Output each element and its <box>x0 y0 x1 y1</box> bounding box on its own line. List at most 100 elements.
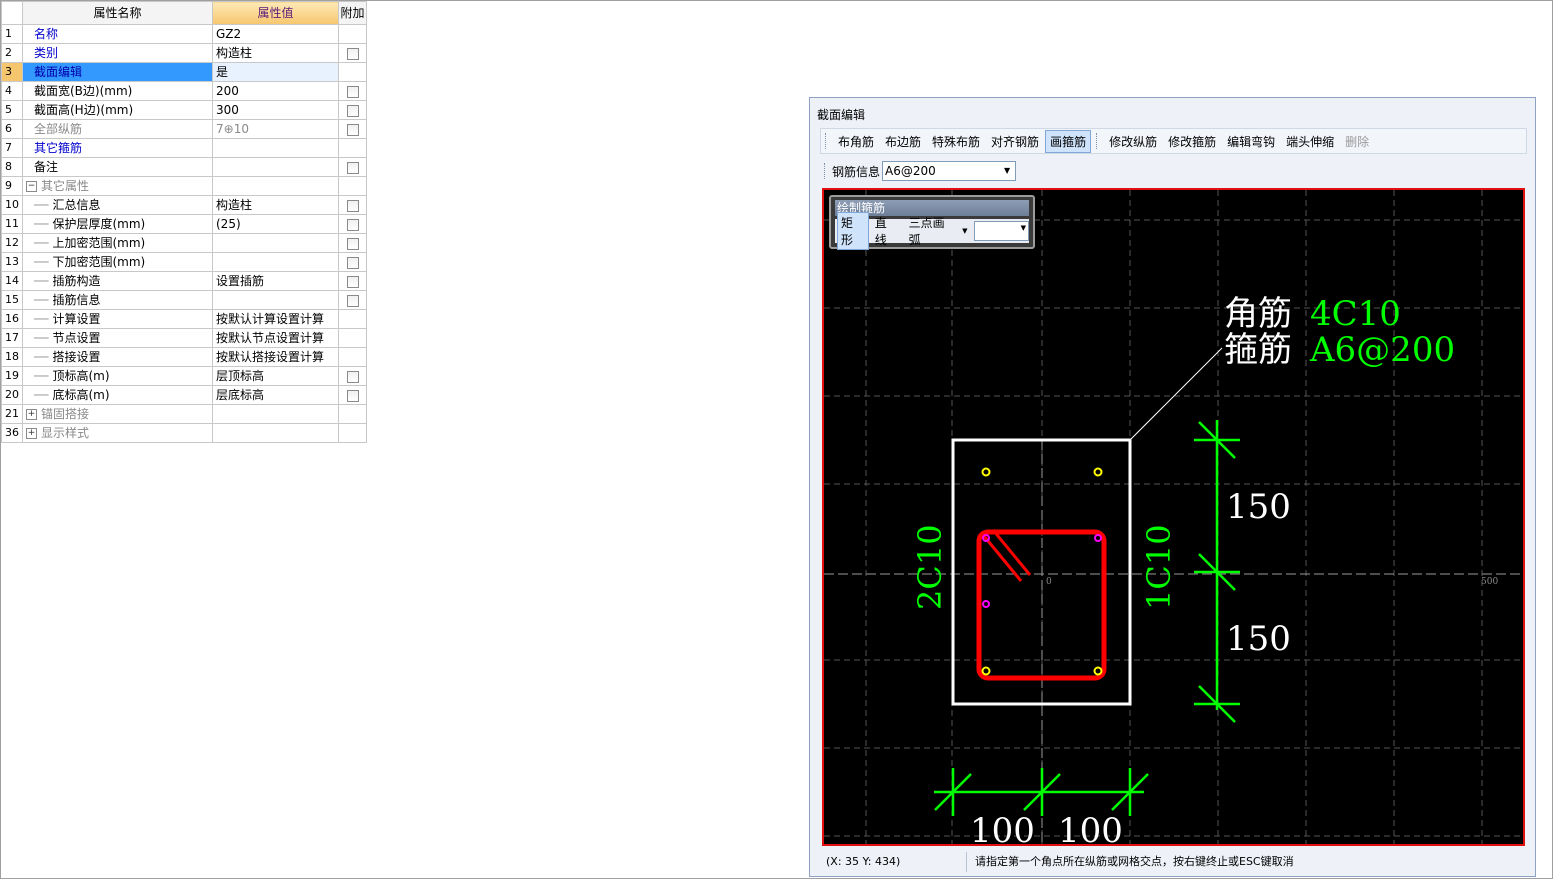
arc-dropdown-icon[interactable]: ▼ <box>962 227 967 235</box>
property-name[interactable]: 其它箍筋 <box>22 138 213 158</box>
extra-checkbox[interactable] <box>346 161 359 174</box>
property-value[interactable]: 7⊕10 <box>212 119 339 139</box>
property-name[interactable]: ── 插筋信息 <box>22 290 213 310</box>
table-row[interactable]: 10 ── 汇总信息 构造柱 <box>1 195 367 215</box>
toolbar-grip[interactable] <box>824 163 828 179</box>
property-value[interactable]: 构造柱 <box>212 43 339 63</box>
table-row-group[interactable]: 36 + 显示样式 <box>1 423 367 443</box>
extra-checkbox[interactable] <box>346 123 359 136</box>
property-value[interactable]: 300 <box>212 100 339 120</box>
extra-checkbox[interactable] <box>346 237 359 250</box>
section-drawing[interactable]: 0 500 角筋 4C10 箍筋 A6@200 2C10 1C10 150 15… <box>824 190 1523 844</box>
property-value[interactable]: GZ2 <box>212 24 339 44</box>
rebar-info-select[interactable]: A6@200 ▼ <box>882 161 1017 181</box>
table-row[interactable]: 13 ── 下加密范围(mm) <box>1 252 367 272</box>
property-name[interactable]: ── 下加密范围(mm) <box>22 252 213 272</box>
extra-checkbox[interactable] <box>346 199 359 212</box>
property-value[interactable] <box>212 252 339 272</box>
toolbar-grip[interactable] <box>825 133 829 149</box>
table-row[interactable]: 4 截面宽(B边)(mm) 200 <box>1 81 367 101</box>
property-value[interactable] <box>212 157 339 177</box>
property-value[interactable] <box>212 138 339 158</box>
table-row[interactable]: 1 名称 GZ2 <box>1 24 367 44</box>
extra-checkbox[interactable] <box>346 47 359 60</box>
line-mode-button[interactable]: 直线 <box>871 212 903 250</box>
column-header-extra[interactable]: 附加 <box>338 1 367 25</box>
property-name[interactable]: ── 汇总信息 <box>22 195 213 215</box>
property-name[interactable]: ── 节点设置 <box>22 328 213 348</box>
table-row[interactable]: 2 类别 构造柱 <box>1 43 367 63</box>
expand-icon[interactable]: + <box>26 409 37 420</box>
rebar-point[interactable] <box>1093 467 1103 477</box>
rebar-point[interactable] <box>1093 666 1103 676</box>
property-value[interactable]: 按默认计算设置计算 <box>212 309 339 329</box>
property-name[interactable]: + 锚固搭接 <box>22 404 213 424</box>
extra-checkbox[interactable] <box>346 389 359 402</box>
table-row[interactable]: 19 ── 顶标高(m) 层顶标高 <box>1 366 367 386</box>
table-row[interactable]: 6 全部纵筋 7⊕10 <box>1 119 367 139</box>
property-value[interactable] <box>212 290 339 310</box>
property-value[interactable]: 按默认节点设置计算 <box>212 328 339 348</box>
property-name[interactable]: 截面高(H边)(mm) <box>22 100 213 120</box>
property-name[interactable]: ── 搭接设置 <box>22 347 213 367</box>
draw-stirrup-panel[interactable]: 绘制箍筋 矩形 直线 三点画弧 ▼ ▼ <box>829 195 1035 250</box>
property-name[interactable]: 名称 <box>22 24 213 44</box>
align-rebar-button[interactable]: 对齐钢筋 <box>986 130 1044 153</box>
property-value[interactable]: 是 <box>212 62 339 82</box>
rebar-point[interactable] <box>981 467 991 477</box>
column-header-name[interactable]: 属性名称 <box>22 1 213 25</box>
extra-checkbox[interactable] <box>346 85 359 98</box>
table-row[interactable]: 17 ── 节点设置 按默认节点设置计算 <box>1 328 367 348</box>
property-value[interactable]: 层底标高 <box>212 385 339 405</box>
dropdown-arrow-icon[interactable]: ▼ <box>1021 224 1026 232</box>
column-header-value[interactable]: 属性值 <box>212 1 339 25</box>
rebar-point[interactable] <box>982 600 990 608</box>
stirrup-hook[interactable] <box>982 529 1032 582</box>
side-rebar-button[interactable]: 布边筋 <box>880 130 926 153</box>
property-value[interactable]: 按默认搭接设置计算 <box>212 347 339 367</box>
modify-stirrup-button[interactable]: 修改箍筋 <box>1163 130 1221 153</box>
property-name[interactable]: 截面宽(B边)(mm) <box>22 81 213 101</box>
rebar-point[interactable] <box>1094 534 1102 542</box>
table-row[interactable]: 20 ── 底标高(m) 层底标高 <box>1 385 367 405</box>
property-name[interactable]: 备注 <box>22 157 213 177</box>
property-name[interactable]: − 其它属性 <box>22 176 213 196</box>
property-value[interactable] <box>212 233 339 253</box>
collapse-icon[interactable]: − <box>26 181 37 192</box>
table-row[interactable]: 16 ── 计算设置 按默认计算设置计算 <box>1 309 367 329</box>
table-row[interactable]: 8 备注 <box>1 157 367 177</box>
table-row[interactable]: 12 ── 上加密范围(mm) <box>1 233 367 253</box>
property-name[interactable]: ── 顶标高(m) <box>22 366 213 386</box>
property-name[interactable]: ── 保护层厚度(mm) <box>22 214 213 234</box>
property-value[interactable]: 层顶标高 <box>212 366 339 386</box>
table-row[interactable]: 7 其它箍筋 <box>1 138 367 158</box>
table-row[interactable]: 14 ── 插筋构造 设置插筋 <box>1 271 367 291</box>
extra-checkbox[interactable] <box>346 218 359 231</box>
three-point-arc-button[interactable]: 三点画弧 <box>905 212 961 250</box>
table-row[interactable]: 5 截面高(H边)(mm) 300 <box>1 100 367 120</box>
property-name[interactable]: ── 插筋构造 <box>22 271 213 291</box>
extra-checkbox[interactable] <box>346 275 359 288</box>
property-name[interactable]: + 显示样式 <box>22 423 213 443</box>
property-value[interactable]: 200 <box>212 81 339 101</box>
property-name[interactable]: ── 底标高(m) <box>22 385 213 405</box>
property-name[interactable]: ── 计算设置 <box>22 309 213 329</box>
modify-longitudinal-button[interactable]: 修改纵筋 <box>1104 130 1162 153</box>
property-name[interactable]: ── 上加密范围(mm) <box>22 233 213 253</box>
property-value[interactable]: 设置插筋 <box>212 271 339 291</box>
property-name[interactable]: 类别 <box>22 43 213 63</box>
property-value[interactable]: (25) <box>212 214 339 234</box>
corner-rebar-button[interactable]: 布角筋 <box>833 130 879 153</box>
end-stretch-button[interactable]: 端头伸缩 <box>1281 130 1339 153</box>
arc-option-select[interactable]: ▼ <box>973 221 1029 241</box>
extra-checkbox[interactable] <box>346 294 359 307</box>
edit-hook-button[interactable]: 编辑弯钩 <box>1222 130 1280 153</box>
table-row-group[interactable]: 9 − 其它属性 <box>1 176 367 196</box>
property-name[interactable]: 截面编辑 <box>22 62 213 82</box>
dropdown-arrow-icon[interactable]: ▼ <box>1000 163 1014 179</box>
table-row[interactable]: 18 ── 搭接设置 按默认搭接设置计算 <box>1 347 367 367</box>
extra-checkbox[interactable] <box>346 104 359 117</box>
table-row-selected[interactable]: 3 截面编辑 是 <box>1 62 367 82</box>
extra-checkbox[interactable] <box>346 256 359 269</box>
rectangle-mode-button[interactable]: 矩形 <box>837 212 869 250</box>
